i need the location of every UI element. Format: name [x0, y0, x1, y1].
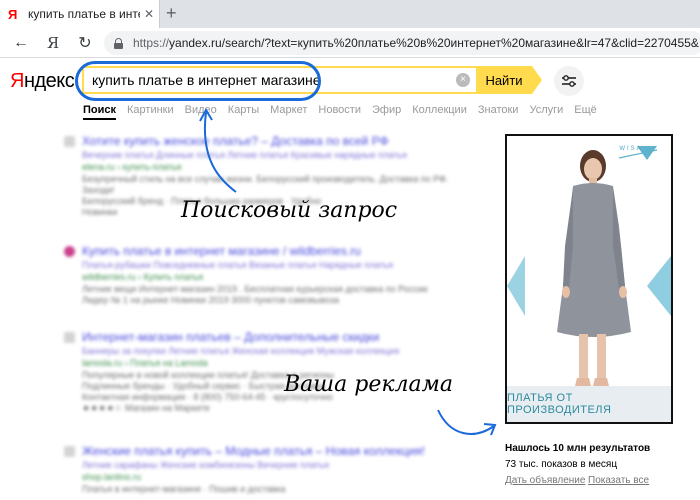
result-snippet-line: Летние вещи Интернет-магазин 2019 . Бесп… [82, 284, 428, 294]
show-all-link[interactable]: Показать все [588, 475, 649, 486]
result-sitelinks[interactable]: Вечерние платья Длинные платья Летние пл… [82, 150, 407, 160]
clear-icon[interactable]: × [456, 73, 470, 87]
service-tab[interactable]: Картинки [127, 104, 174, 120]
service-tab[interactable]: Услуги [529, 104, 563, 120]
annotation-your-ad: Ваша реклама [284, 372, 453, 397]
result-title[interactable]: Купить платье в интернет магазине / wild… [82, 244, 361, 258]
result-url[interactable]: lamoda.ru › Платья на Lamoda [82, 358, 208, 368]
service-tab[interactable]: Коллекции [412, 104, 467, 120]
site-favicon-icon [64, 246, 75, 257]
site-favicon-icon [64, 136, 75, 147]
new-tab-button[interactable]: + [166, 3, 177, 24]
ad-footer-text: ПЛАТЬЯ ОТ ПРОИЗВОДИТЕЛЯ [507, 386, 671, 422]
service-tab[interactable]: Карты [228, 104, 259, 120]
browser-toolbar: ← Я ↻ https://yandex.ru/search/?text=куп… [0, 28, 700, 58]
reload-icon[interactable]: ↻ [74, 32, 96, 54]
browser-tab[interactable]: Я купить платье в интерне ✕ [0, 0, 160, 28]
yandex-logo[interactable]: Яндекс [10, 70, 75, 93]
ad-banner[interactable]: WISA ПЛАТЬЯ ОТ ПРОИЗВОДИТЕЛЯ [505, 134, 673, 424]
filter-button[interactable] [554, 66, 584, 96]
service-tab[interactable]: Новости [318, 104, 361, 120]
result-snippet-line: Платья в интернет-магазине · Пошив и дос… [82, 484, 286, 494]
logo-rest: ндекс [23, 70, 75, 92]
logo-first-letter: Я [10, 70, 24, 92]
search-button[interactable]: Найти [476, 66, 542, 94]
back-arrow-icon[interactable]: ← [10, 32, 32, 54]
service-tab[interactable]: Маркет [270, 104, 307, 120]
result-sitelinks[interactable]: Баннеры за покупки Летние платья Женская… [82, 346, 399, 356]
lock-icon [114, 37, 123, 49]
result-title[interactable]: Хотите купить женское платье? – Доставка… [82, 134, 389, 148]
result-snippet-line: ★★★★☆ Магазин на Маркете [82, 403, 210, 413]
ad-stats-subtitle: 73 тыс. показов в месяц [505, 459, 618, 470]
result-snippet-line: Заходи! [82, 185, 115, 195]
dress-model-image [507, 136, 671, 422]
services-nav: Поиск Картинки Видео Карты Маркет Новости Эфир… [83, 104, 608, 120]
url-protocol: https:// [133, 36, 170, 50]
service-tab[interactable]: Ещё [574, 104, 597, 120]
ad-arrowhead-icon [483, 423, 497, 436]
url-text: https://yandex.ru/search/?text=купить%20… [133, 36, 699, 50]
search-query-text: купить платье в интернет магазине [92, 72, 321, 88]
result-snippet-line: Безупречный стиль на все случаи жизни. Б… [82, 174, 449, 184]
browser-tabstrip: Я купить платье в интерне ✕ + [0, 0, 700, 28]
url-path: yandex.ru/search/?text=купить%20платье%2… [169, 36, 699, 50]
yandex-home-button[interactable]: Я [42, 32, 64, 54]
service-tab[interactable]: Эфир [372, 104, 401, 120]
result-url[interactable]: elena.ru › купить-платья [82, 162, 181, 172]
result-snippet-line: Лидер № 1 на рынке Новинки 2019 3000 пун… [82, 295, 339, 305]
result-snippet-line: Новинки [82, 207, 118, 217]
yandex-favicon-icon: Я [8, 6, 18, 22]
result-sitelinks[interactable]: Платья-рубашки Повседневные платья Вязан… [82, 260, 393, 270]
annotation-search-query: Поисковый запрос [181, 198, 398, 223]
result-url[interactable]: shop.lantino.ru [82, 472, 141, 482]
search-input[interactable]: купить платье в интернет магазине × [82, 66, 476, 94]
result-url[interactable]: wildberries.ru › Купить платья [82, 272, 203, 282]
result-title[interactable]: Интернет-магазин платьев – Дополнительны… [82, 330, 379, 344]
ad-brand-label: WISA [619, 146, 643, 152]
sliders-icon [562, 75, 576, 87]
address-bar[interactable]: https://yandex.ru/search/?text=купить%20… [104, 31, 700, 55]
site-favicon-icon [64, 446, 75, 457]
service-tab[interactable]: Видео [185, 104, 217, 120]
result-sitelinks[interactable]: Летние сарафаны Женские комбинезоны Вече… [82, 460, 329, 470]
ad-stats-title: Нашлось 10 млн результатов [505, 443, 651, 454]
service-tab[interactable]: Знатоки [478, 104, 519, 120]
close-icon[interactable]: ✕ [144, 7, 154, 21]
site-favicon-icon [64, 332, 75, 343]
ad-arrow-icon [437, 409, 495, 435]
result-title[interactable]: Женские платья купить – Модные платья – … [82, 444, 425, 458]
place-ad-link[interactable]: Дать объявление [505, 475, 585, 486]
tab-title: купить платье в интерне [28, 7, 140, 21]
service-tab[interactable]: Поиск [83, 104, 117, 120]
